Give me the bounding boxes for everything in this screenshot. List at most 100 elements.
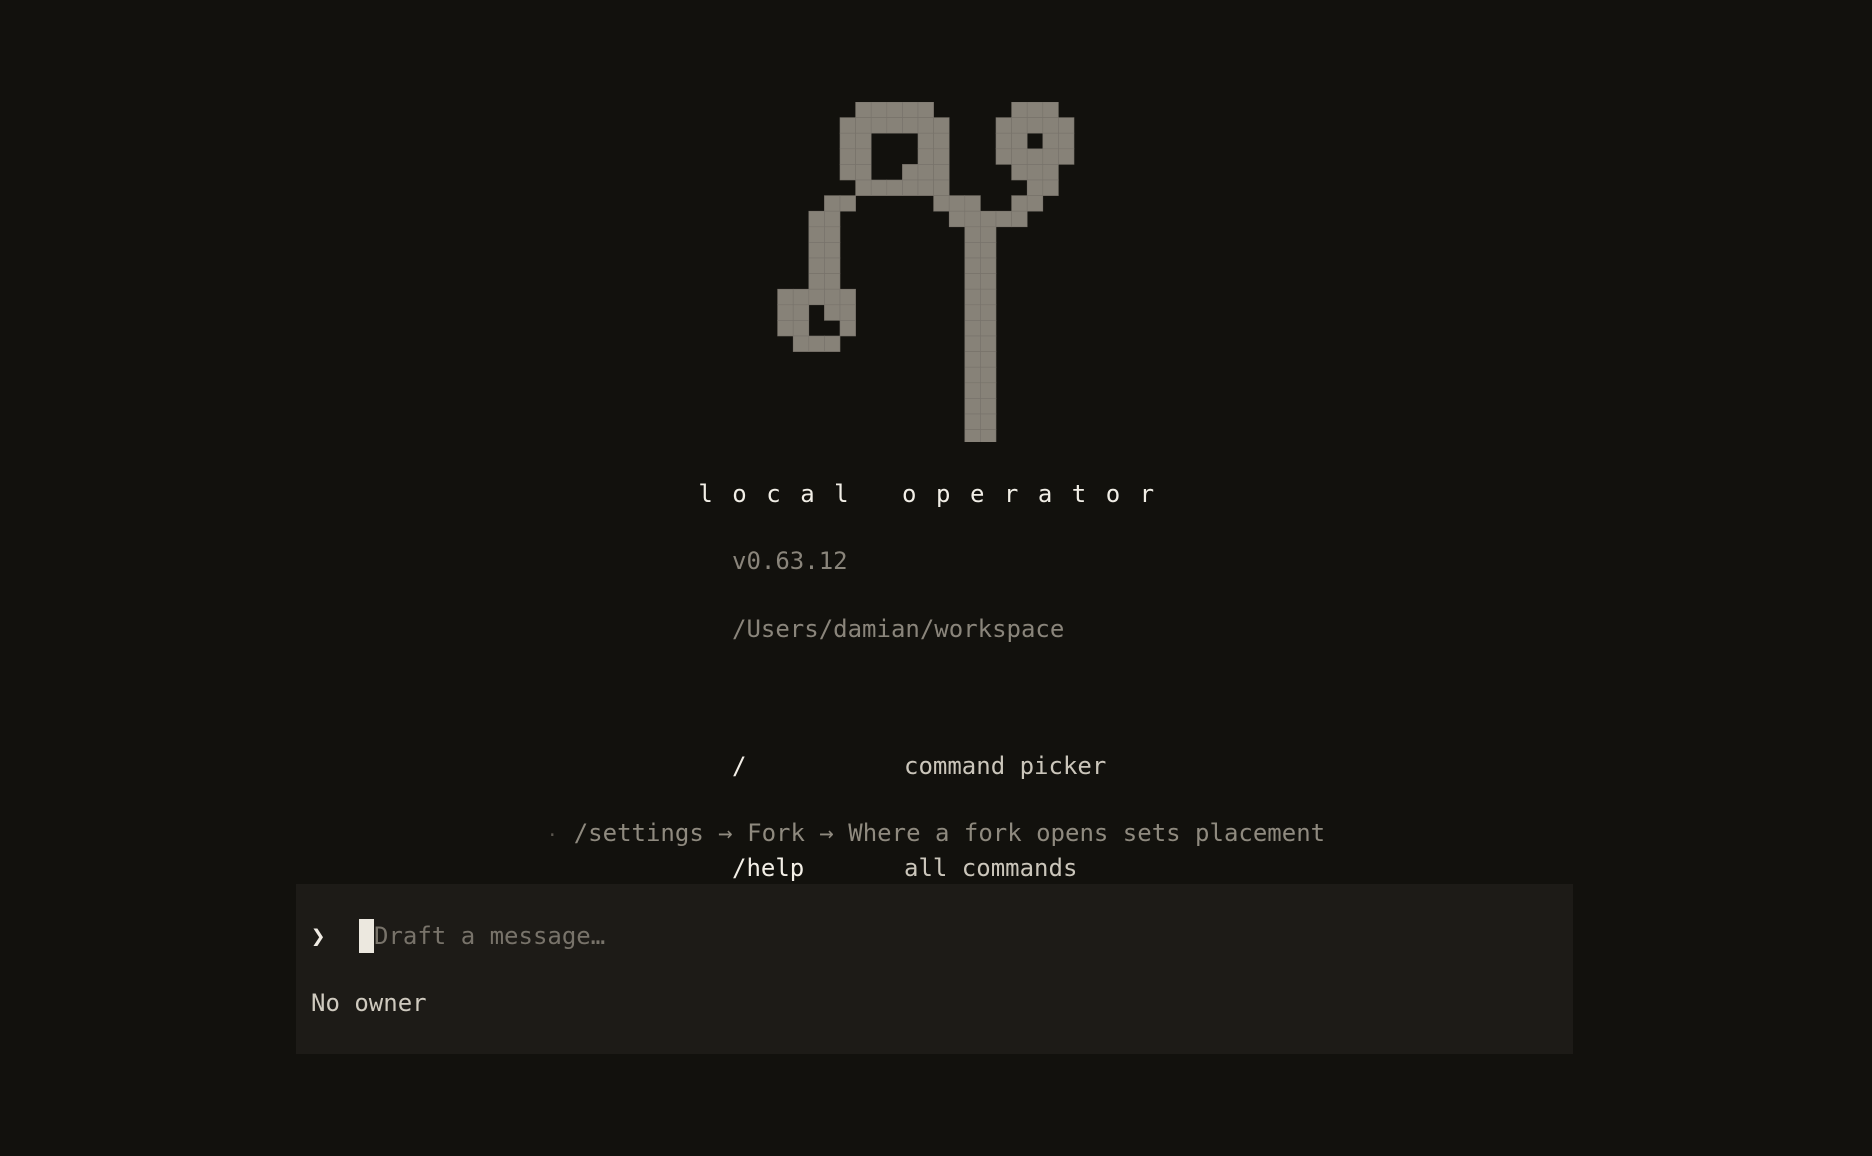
logo-pixel	[839, 304, 856, 321]
shortcut-row: / command picker	[732, 749, 1106, 783]
workspace-path: /Users/damian/workspace	[732, 615, 1065, 643]
logo-pixel	[870, 117, 888, 134]
logo-pixel	[902, 164, 919, 181]
logo-pixel	[964, 382, 981, 399]
logo-pixel	[964, 273, 981, 290]
tip-text: /settings → Fork → Where a fork opens se…	[573, 819, 1326, 847]
logo-pixel	[1042, 132, 1059, 150]
logo-pixel	[839, 320, 856, 337]
logo-pixel	[980, 382, 997, 399]
logo-pixel	[792, 288, 810, 306]
logo-pixel	[1026, 117, 1044, 134]
logo-pixel	[824, 273, 841, 290]
logo-pixel	[808, 335, 825, 352]
logo-pixel	[917, 148, 934, 165]
logo-pixel	[824, 210, 841, 228]
logo-pixel	[792, 320, 810, 337]
logo-pixel	[964, 335, 981, 352]
logo-pixel	[839, 164, 856, 181]
logo-pixel	[964, 366, 981, 384]
logo-pixel	[964, 398, 981, 415]
logo-pixel	[964, 429, 981, 442]
logo-pixel	[948, 195, 966, 212]
logo-pixel	[777, 288, 794, 306]
tip-line: · /settings → Fork → Where a fork opens s…	[0, 816, 1872, 853]
logo-pixel	[808, 273, 825, 290]
logo-pixel	[839, 288, 856, 306]
logo-pixel	[1042, 179, 1059, 196]
logo-pixel	[980, 226, 997, 243]
logo-pixel	[964, 257, 981, 274]
logo-pixel	[824, 335, 841, 352]
logo-pixel	[1042, 102, 1059, 118]
logo-pixel	[1011, 132, 1028, 150]
logo-pixel	[933, 117, 950, 134]
prompt-row: ❯	[311, 918, 1274, 954]
logo-pixel	[995, 148, 1012, 165]
logo-pixel	[808, 242, 825, 259]
logo-pixel	[808, 226, 825, 243]
logo-pixel	[1026, 148, 1044, 165]
logo-pixel	[855, 179, 872, 196]
logo-pixel	[964, 304, 981, 321]
logo-pixel	[1026, 195, 1044, 212]
owner-status: No owner	[311, 989, 427, 1017]
logo-pixel	[917, 179, 934, 196]
text-cursor	[359, 919, 374, 953]
logo-pixel	[980, 398, 997, 415]
logo-pixel	[839, 148, 856, 165]
logo-pixel	[980, 335, 997, 352]
logo-pixel	[933, 179, 950, 196]
logo-pixel	[964, 351, 981, 368]
logo-pixel	[855, 148, 872, 165]
logo-pixel	[933, 132, 950, 150]
logo-pixel	[824, 195, 841, 212]
logo-pixel	[1011, 195, 1028, 212]
logo-pixel	[902, 117, 919, 134]
logo-pixel	[808, 288, 825, 306]
version-label: v0.63.12	[732, 547, 848, 575]
logo-pixel	[917, 117, 934, 134]
logo-pixel	[1011, 117, 1028, 134]
logo-pixel	[980, 304, 997, 321]
logo-pixel	[964, 195, 981, 212]
logo-pixel	[917, 132, 934, 150]
logo-pixel	[855, 164, 872, 181]
logo-pixel	[855, 132, 872, 150]
logo-pixel	[995, 210, 1012, 228]
logo-pixel	[917, 164, 934, 181]
logo-pixel	[995, 132, 1012, 150]
logo-pixel	[1042, 117, 1059, 134]
logo-pixel	[933, 164, 950, 181]
logo-pixel	[824, 304, 841, 321]
prompt-chevron-icon: ❯	[311, 922, 326, 950]
logo-pixel	[1026, 164, 1044, 181]
message-input[interactable]	[374, 919, 1274, 953]
message-composer[interactable]: ❯ No owner	[296, 884, 1573, 1054]
logo-pixel	[995, 117, 1012, 134]
logo-pixel	[777, 320, 794, 337]
logo-pixel	[980, 320, 997, 337]
logo-pixel	[1011, 148, 1028, 165]
logo-pixel	[824, 257, 841, 274]
app-title: local operator	[698, 480, 1174, 508]
logo-pixel	[980, 429, 997, 442]
logo-pixel	[964, 320, 981, 337]
logo-pixel	[808, 210, 825, 228]
logo-pixel	[1058, 117, 1075, 134]
logo-pixel	[886, 102, 903, 118]
logo-pixel	[1026, 102, 1044, 118]
logo-pixel	[917, 102, 934, 118]
logo-pixel	[855, 117, 872, 134]
logo-pixel	[980, 351, 997, 368]
logo-pixel	[1042, 148, 1059, 165]
logo-pixel	[1058, 148, 1075, 165]
logo-pixel	[964, 226, 981, 243]
logo-pixel	[1042, 164, 1059, 181]
logo-pixel	[792, 335, 810, 352]
shortcut-description: command picker	[904, 752, 1107, 780]
shortcut-key: /	[732, 752, 747, 780]
logo-pixel	[808, 257, 825, 274]
logo-pixel	[1011, 102, 1028, 118]
logo-pixel	[824, 288, 841, 306]
